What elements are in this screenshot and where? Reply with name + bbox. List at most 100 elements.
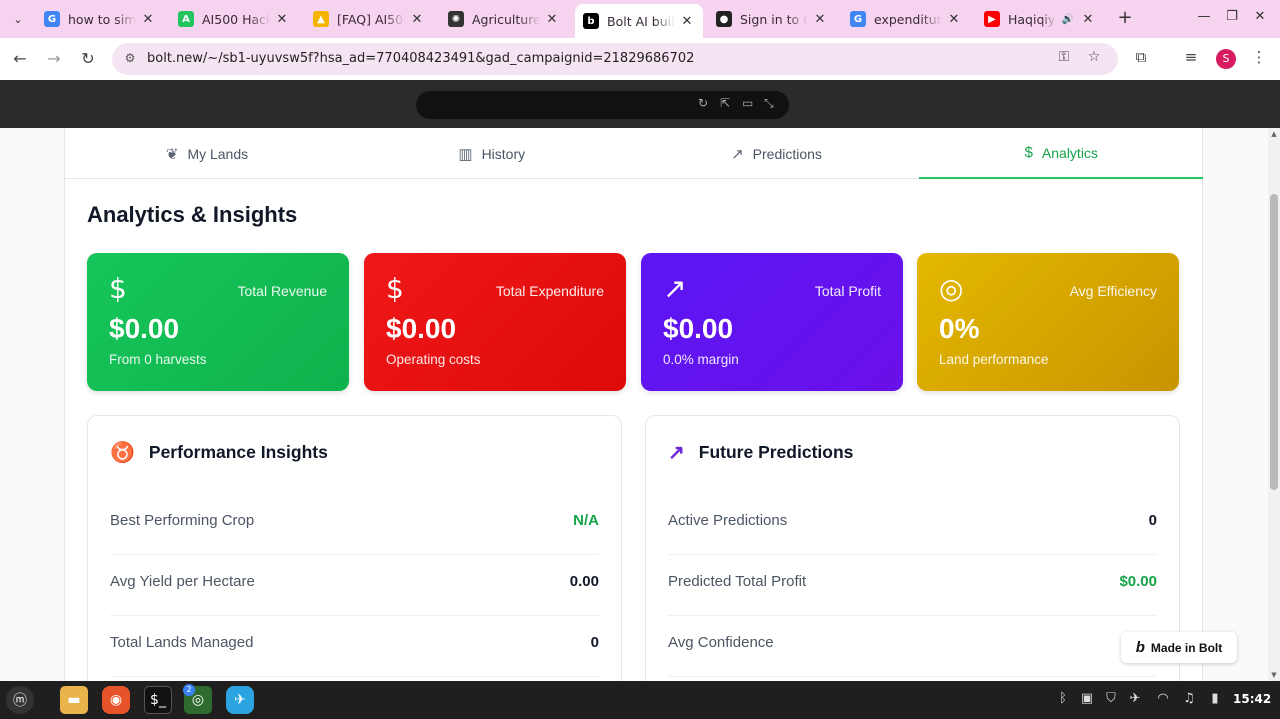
wifi-icon[interactable]: ◠: [1154, 691, 1172, 706]
preview-reload-icon[interactable]: ↻: [698, 96, 708, 110]
browser-tab[interactable]: ✺ Agriculture ✕: [440, 4, 568, 34]
address-bar[interactable]: ⚙ bolt.new/~/sb1-uyuvsw5f?hsa_ad=7704084…: [112, 43, 1118, 75]
stat-value: $0.00: [663, 313, 734, 344]
tab-label: Analytics: [1041, 144, 1098, 161]
close-tab-icon[interactable]: ✕: [1080, 12, 1096, 27]
shield-icon[interactable]: ⛉: [1102, 691, 1120, 706]
bolt-logo-icon: b: [1135, 639, 1145, 656]
telegram-tray-icon[interactable]: ✈: [1126, 691, 1144, 706]
tab-label: My Lands: [187, 145, 249, 162]
metric-row: Best Performing Crop N/A: [110, 494, 599, 555]
bluetooth-icon[interactable]: ᛒ: [1054, 691, 1072, 706]
browser-tab[interactable]: Gexpenditur ✕: [842, 4, 970, 34]
close-tab-icon[interactable]: ✕: [812, 12, 828, 27]
close-window-icon[interactable]: ✕: [1250, 9, 1270, 24]
stat-label: Total Expenditure: [495, 283, 604, 299]
fullscreen-icon[interactable]: ⤡: [764, 96, 774, 111]
future-predictions-panel: ↗ Future Predictions Active Predictions 0…: [645, 415, 1180, 681]
tab-predictions[interactable]: ↗ Predictions: [635, 128, 919, 179]
stat-card-total-profit: ↗ Total Profit $0.00 0.0% margin: [641, 253, 903, 391]
trending-up-icon: ↗: [663, 272, 687, 305]
tab-label: Predictions: [752, 145, 822, 162]
page-scrollbar[interactable]: ▲ ▼: [1268, 128, 1280, 681]
stat-subtitle: From 0 harvests: [109, 352, 207, 367]
site-info-icon[interactable]: ⚙: [122, 51, 138, 67]
made-in-bolt-badge[interactable]: b Made in Bolt: [1121, 632, 1237, 663]
scroll-up-icon[interactable]: ▲: [1269, 130, 1279, 138]
close-tab-icon[interactable]: ✕: [409, 12, 425, 27]
bookmark-star-icon[interactable]: ☆: [1084, 49, 1104, 65]
terminal-icon[interactable]: $_: [144, 686, 172, 714]
dollar-icon: $: [109, 272, 127, 305]
extensions-icon[interactable]: ⧉: [1130, 48, 1152, 66]
google-icon: G: [850, 11, 866, 27]
music-icon[interactable]: ♫: [1180, 691, 1198, 706]
device-preview-icon[interactable]: ▭: [742, 96, 753, 110]
new-tab-button[interactable]: +: [1114, 8, 1136, 30]
browser-tab[interactable]: ▲ [FAQ] AI500 ✕: [305, 4, 433, 34]
close-tab-icon[interactable]: ✕: [140, 12, 156, 27]
metric-value: 0: [590, 634, 599, 651]
browser-tab[interactable]: b Bolt AI build ✕: [575, 4, 703, 38]
panel-title: Performance Insights: [148, 442, 328, 462]
metric-row: Avg Yield per Hectare 0.00: [110, 555, 599, 616]
browser-tab[interactable]: A AI500 Hacka ✕: [170, 4, 298, 34]
firefox-icon[interactable]: ◉: [102, 686, 130, 714]
telegram-icon[interactable]: ✈: [226, 686, 254, 714]
metric-value: N/A: [573, 512, 599, 529]
trending-up-icon: ↗: [731, 145, 744, 163]
tab-history[interactable]: ▥ History: [350, 128, 634, 179]
back-icon[interactable]: ←: [8, 47, 32, 71]
close-tab-icon[interactable]: ✕: [274, 12, 290, 27]
browser-menu-icon[interactable]: ⋮: [1248, 48, 1270, 66]
metric-row: Total Lands Managed 0: [110, 616, 599, 677]
dollar-icon: $: [1024, 144, 1033, 161]
metric-label: Avg Confidence: [668, 634, 774, 651]
bolt-icon: b: [583, 13, 599, 29]
tab-analytics[interactable]: $ Analytics: [919, 128, 1204, 179]
metric-row: Avg Confidence0%: [668, 616, 1157, 677]
clipboard-icon[interactable]: ▣: [1078, 691, 1096, 706]
battery-icon[interactable]: ▮: [1206, 691, 1224, 706]
tab-my-lands[interactable]: ❦ My Lands: [65, 128, 349, 179]
stat-subtitle: Land performance: [939, 352, 1049, 367]
close-tab-icon[interactable]: ✕: [946, 12, 962, 27]
os-taskbar: ⓜ ▬ ◉ $_ ◎ 2 ✈ ᛒ ▣ ⛉ ✈ ◠ ♫ ▮ 15:42: [0, 681, 1280, 719]
stat-card-total-revenue: $ Total Revenue $0.00 From 0 harvests: [87, 253, 349, 391]
media-control-icon[interactable]: ≡: [1180, 48, 1202, 66]
minimize-icon[interactable]: —: [1194, 9, 1214, 24]
preview-url-pill[interactable]: ↻ ⇱ ▭ ⤡: [416, 91, 789, 119]
stat-card-total-expenditure: $ Total Expenditure $0.00 Operating costs: [364, 253, 626, 391]
audio-playing-icon[interactable]: 🔊: [1060, 14, 1076, 25]
forward-icon[interactable]: →: [42, 47, 66, 71]
password-key-icon[interactable]: ⚿: [1054, 49, 1074, 65]
panel-header: ♉ Performance Insights: [110, 440, 328, 465]
scrollbar-thumb[interactable]: [1270, 194, 1278, 490]
browser-tab[interactable]: Ghow to simu ✕: [36, 4, 164, 34]
restore-icon[interactable]: ❐: [1222, 9, 1242, 24]
tab-search-dropdown-icon[interactable]: ⌄: [6, 7, 30, 31]
open-new-window-icon[interactable]: ⇱: [720, 96, 730, 110]
leaf-icon: ❦: [165, 145, 179, 163]
close-tab-icon[interactable]: ✕: [679, 14, 695, 29]
browser-tab-title: Haqiqiy: [1008, 11, 1056, 27]
files-icon[interactable]: ▬: [60, 686, 88, 714]
stat-value: $0.00: [386, 313, 457, 344]
profile-avatar[interactable]: S: [1216, 49, 1236, 69]
close-tab-icon[interactable]: ✕: [544, 12, 560, 27]
app-tabs: ❦ My Lands ▥ History ↗ Predictions $ Analytics: [65, 128, 1204, 179]
mint-menu-icon[interactable]: ⓜ: [6, 686, 34, 714]
browser-tab[interactable]: ▶ Haqiqiy 🔊 ✕: [976, 4, 1104, 34]
reload-icon[interactable]: ↻: [76, 47, 100, 71]
metric-value: 0.00: [569, 573, 599, 590]
google-icon: G: [44, 11, 60, 27]
browser-tab[interactable]: ● Sign in to Gi ✕: [708, 4, 836, 34]
made-in-bolt-label: Made in Bolt: [1150, 640, 1223, 655]
stat-label: Total Revenue: [237, 283, 327, 299]
app-viewport: ❦ My Lands ▥ History ↗ Predictions $ Analytics …: [0, 128, 1268, 681]
scroll-down-icon[interactable]: ▼: [1269, 671, 1279, 679]
metric-label: Active Predictions: [668, 512, 788, 529]
metric-label: Avg Yield per Hectare: [110, 573, 255, 590]
metric-label: Best Performing Crop: [110, 512, 255, 529]
browser-tab-title: AI500 Hacka: [202, 11, 270, 27]
